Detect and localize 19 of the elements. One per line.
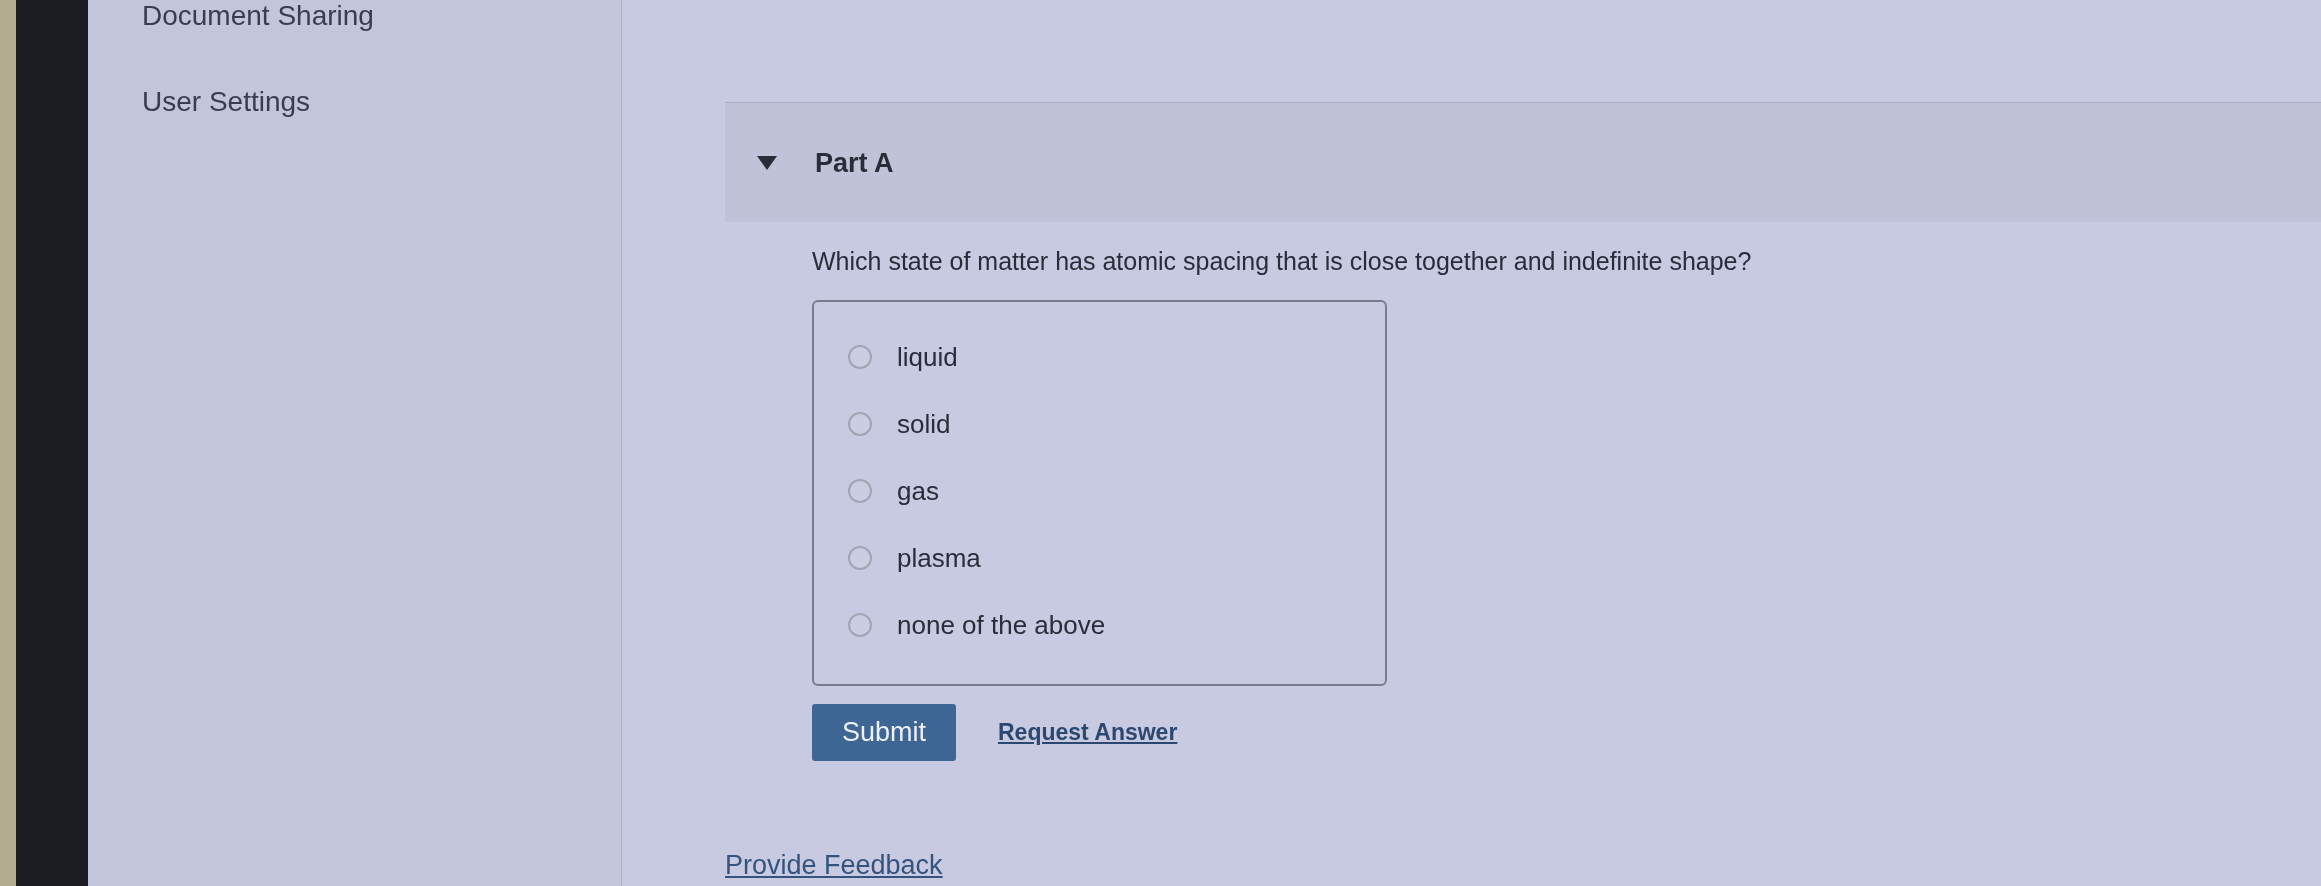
radio-button[interactable] <box>848 345 872 370</box>
sidebar-item[interactable]: Document Sharing <box>142 0 621 32</box>
request-answer-link[interactable]: Request Answer <box>998 715 1178 750</box>
radio-button[interactable] <box>848 479 872 503</box>
part-title: Part A <box>815 146 894 179</box>
sidebar-item[interactable]: User Settings <box>142 86 621 118</box>
option-label[interactable]: solid <box>897 409 951 440</box>
part-header[interactable]: Part A <box>725 102 2321 222</box>
submit-button[interactable]: Submit <box>812 704 956 761</box>
radio-button[interactable] <box>848 412 872 437</box>
radio-button[interactable] <box>848 612 872 637</box>
option-label[interactable]: none of the above <box>897 609 1106 640</box>
option-label[interactable]: liquid <box>897 342 958 373</box>
option-label[interactable]: plasma <box>897 542 981 573</box>
provide-feedback-link[interactable]: Provide Feedback <box>725 849 2321 881</box>
radio-button[interactable] <box>848 545 872 570</box>
question-text: Which state of matter has atomic spacing that is close together and indefinite shape? <box>812 246 1753 276</box>
option-label[interactable]: gas <box>897 476 939 506</box>
caret-down-icon[interactable] <box>757 155 777 170</box>
